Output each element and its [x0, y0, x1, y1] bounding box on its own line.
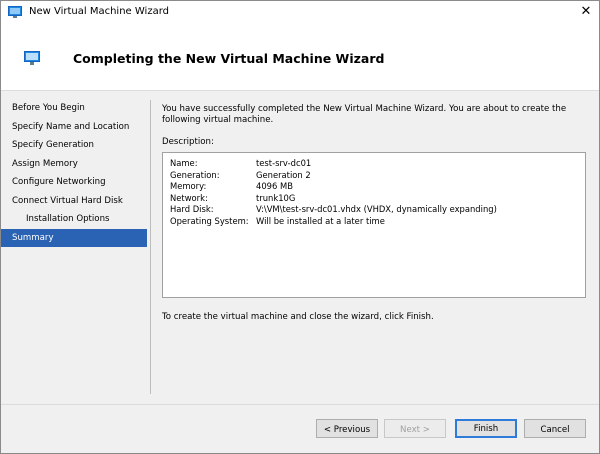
description-key: Operating System:	[170, 215, 249, 226]
description-row-operating-system: Operating System: Will be installed at a…	[163, 216, 583, 228]
description-row-name: Name: test-srv-dc01	[163, 158, 583, 170]
sidebar-divider	[150, 100, 151, 394]
vm-window-icon	[8, 6, 22, 18]
description-value: Will be installed at a later time	[256, 215, 385, 226]
description-box[interactable]: Name: test-srv-dc01 Generation: Generati…	[162, 152, 586, 298]
previous-button[interactable]: < Previous	[316, 419, 378, 438]
sidebar-item-specify-generation[interactable]: Specify Generation	[1, 136, 147, 155]
summary-content: You have successfully completed the New …	[162, 104, 587, 322]
title-bar[interactable]: New Virtual Machine Wizard ✕	[1, 1, 599, 23]
description-value: V:\VM\test-srv-dc01.vhdx (VHDX, dynamica…	[256, 204, 497, 215]
finish-button[interactable]: Finish	[455, 419, 517, 438]
next-button[interactable]: Next >	[384, 419, 446, 438]
sidebar-item-connect-virtual-hard-disk[interactable]: Connect Virtual Hard Disk	[1, 192, 147, 211]
description-key: Memory:	[170, 181, 207, 192]
vm-window-icon	[24, 51, 40, 65]
sidebar-item-specify-name-location[interactable]: Specify Name and Location	[1, 118, 147, 137]
cancel-button[interactable]: Cancel	[524, 419, 586, 438]
description-value: Generation 2	[256, 169, 311, 180]
description-value: 4096 MB	[256, 181, 293, 192]
description-value: trunk10G	[256, 192, 296, 203]
description-row-network: Network: trunk10G	[163, 193, 583, 205]
finish-instruction: To create the virtual machine and close …	[162, 312, 434, 322]
sidebar-item-configure-networking[interactable]: Configure Networking	[1, 173, 147, 192]
sidebar-item-summary[interactable]: Summary	[1, 228, 147, 247]
description-label: Description:	[162, 137, 214, 147]
description-key: Generation:	[170, 169, 220, 180]
description-key: Hard Disk:	[170, 204, 214, 215]
description-row-memory: Memory: 4096 MB	[163, 181, 583, 193]
footer-divider	[1, 404, 599, 405]
sidebar-item-before-you-begin[interactable]: Before You Begin	[1, 99, 147, 118]
description-row-hard-disk: Hard Disk: V:\VM\test-srv-dc01.vhdx (VHD…	[163, 204, 583, 216]
close-icon[interactable]: ✕	[573, 1, 599, 23]
wizard-steps-nav: Before You Begin Specify Name and Locati…	[1, 99, 147, 247]
wizard-header: Completing the New Virtual Machine Wizar…	[1, 23, 599, 91]
window-title: New Virtual Machine Wizard	[29, 6, 169, 17]
description-row-generation: Generation: Generation 2	[163, 170, 583, 182]
sidebar-item-assign-memory[interactable]: Assign Memory	[1, 155, 147, 174]
wizard-window: New Virtual Machine Wizard ✕ Completing …	[0, 0, 600, 454]
description-value: test-srv-dc01	[256, 158, 312, 168]
description-key: Name:	[170, 158, 198, 168]
description-key: Network:	[170, 192, 208, 203]
page-title: Completing the New Virtual Machine Wizar…	[73, 51, 385, 66]
intro-text: You have successfully completed the New …	[162, 104, 567, 125]
sidebar-item-installation-options[interactable]: Installation Options	[1, 210, 147, 229]
